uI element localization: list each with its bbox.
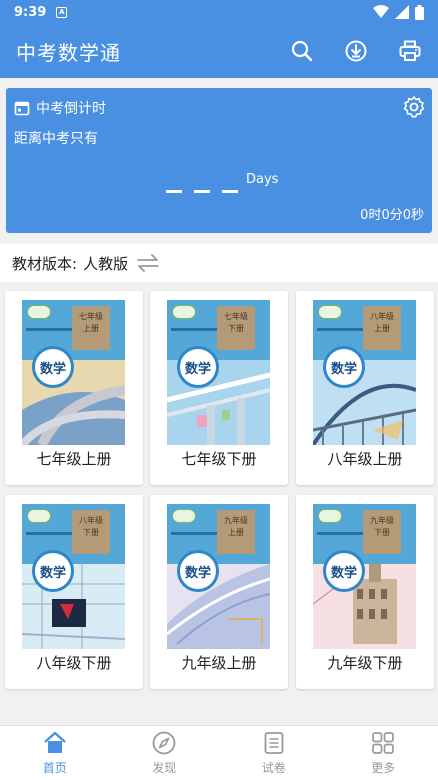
book-card[interactable]: 九年级 下册 数学 九年级下册 <box>296 495 434 689</box>
book-cover-image: 九年级 上册 数学 <box>167 504 270 649</box>
home-icon <box>43 731 66 753</box>
book-card[interactable]: 九年级 上册 数学 九年级上册 <box>150 495 288 689</box>
nav-home-label: 首页 <box>42 761 67 775</box>
cover-title: 数学 <box>32 346 74 388</box>
book-cover-image: 八年级 下册 数学 <box>22 504 125 649</box>
app-title: 中考数学通 <box>16 40 121 65</box>
book-label: 八年级上册 <box>327 450 403 468</box>
grid-icon <box>372 732 395 754</box>
signal-icon <box>395 5 409 19</box>
book-cover-image: 七年级 上册 数学 <box>22 300 125 445</box>
cover-grade-plate: 九年级 下册 <box>363 510 401 554</box>
book-card[interactable]: 七年级 上册 数学 七年级上册 <box>5 291 143 485</box>
download-button[interactable] <box>342 37 370 65</box>
nav-discover-label: 发现 <box>152 761 177 775</box>
book-cover-image: 八年级 上册 数学 <box>313 300 416 445</box>
book-cover-image: 七年级 下册 数学 <box>167 300 270 445</box>
days-placeholder <box>166 190 238 193</box>
nav-discover[interactable]: 发现 <box>110 726 220 780</box>
nav-papers-label: 试卷 <box>261 761 286 775</box>
book-label: 九年级上册 <box>181 654 257 672</box>
countdown-hms: 0时0分0秒 <box>360 208 424 223</box>
publisher-logo <box>27 509 51 523</box>
book-label: 七年级下册 <box>181 450 257 468</box>
bottom-nav: 首页 发现 试卷 更多 <box>0 725 438 780</box>
book-cover-image: 九年级 下册 数学 <box>313 504 416 649</box>
status-bar: 9:39 A <box>0 0 438 24</box>
exam-countdown-card: 中考倒计时 距离中考只有 Days 0时0分0秒 <box>6 88 432 233</box>
search-icon <box>291 40 313 62</box>
version-value: 人教版 <box>83 254 129 273</box>
countdown-subtitle: 距离中考只有 <box>14 131 98 147</box>
compass-icon <box>152 731 176 755</box>
settings-gear-icon[interactable] <box>402 95 426 119</box>
status-icons <box>373 4 424 20</box>
countdown-title: 中考倒计时 <box>36 101 106 117</box>
publisher-logo <box>172 305 196 319</box>
battery-icon <box>415 4 424 20</box>
swap-arrows-icon <box>137 254 159 272</box>
app-bar: 中考数学通 <box>0 24 438 78</box>
cover-grade-plate: 八年级 上册 <box>363 306 401 350</box>
days-label: Days <box>246 172 279 187</box>
wifi-icon <box>373 5 389 18</box>
cover-title: 数学 <box>32 550 74 592</box>
book-card[interactable]: 八年级 上册 数学 八年级上册 <box>296 291 434 485</box>
sim-icon: A <box>56 6 68 18</box>
printer-icon <box>399 40 421 61</box>
publisher-logo <box>172 509 196 523</box>
book-label: 七年级上册 <box>36 450 112 468</box>
calendar-icon <box>14 101 30 116</box>
nav-more[interactable]: 更多 <box>329 726 438 780</box>
paper-icon <box>264 732 284 754</box>
publisher-logo <box>318 509 342 523</box>
nav-papers[interactable]: 试卷 <box>219 726 329 780</box>
nav-home[interactable]: 首页 <box>0 726 110 780</box>
nav-more-label: 更多 <box>371 761 396 775</box>
book-card[interactable]: 七年级 下册 数学 七年级下册 <box>150 291 288 485</box>
cover-title: 数学 <box>177 346 219 388</box>
version-label: 教材版本: <box>12 254 78 273</box>
cover-grade-plate: 七年级 下册 <box>217 306 255 350</box>
print-button[interactable] <box>396 37 424 65</box>
cover-grade-plate: 九年级 上册 <box>217 510 255 554</box>
status-time: 9:39 <box>14 4 47 20</box>
cover-grade-plate: 七年级 上册 <box>72 306 110 350</box>
download-icon <box>345 40 367 62</box>
book-label: 九年级下册 <box>327 654 403 672</box>
textbook-version-row[interactable]: 教材版本: 人教版 <box>0 244 438 282</box>
book-label: 八年级下册 <box>36 654 112 672</box>
book-card[interactable]: 八年级 下册 数学 八年级下册 <box>5 495 143 689</box>
cover-title: 数学 <box>177 550 219 592</box>
search-button[interactable] <box>288 37 316 65</box>
cover-grade-plate: 八年级 下册 <box>72 510 110 554</box>
publisher-logo <box>27 305 51 319</box>
publisher-logo <box>318 305 342 319</box>
cover-title: 数学 <box>323 346 365 388</box>
switch-version-button[interactable] <box>136 252 162 274</box>
cover-title: 数学 <box>323 550 365 592</box>
